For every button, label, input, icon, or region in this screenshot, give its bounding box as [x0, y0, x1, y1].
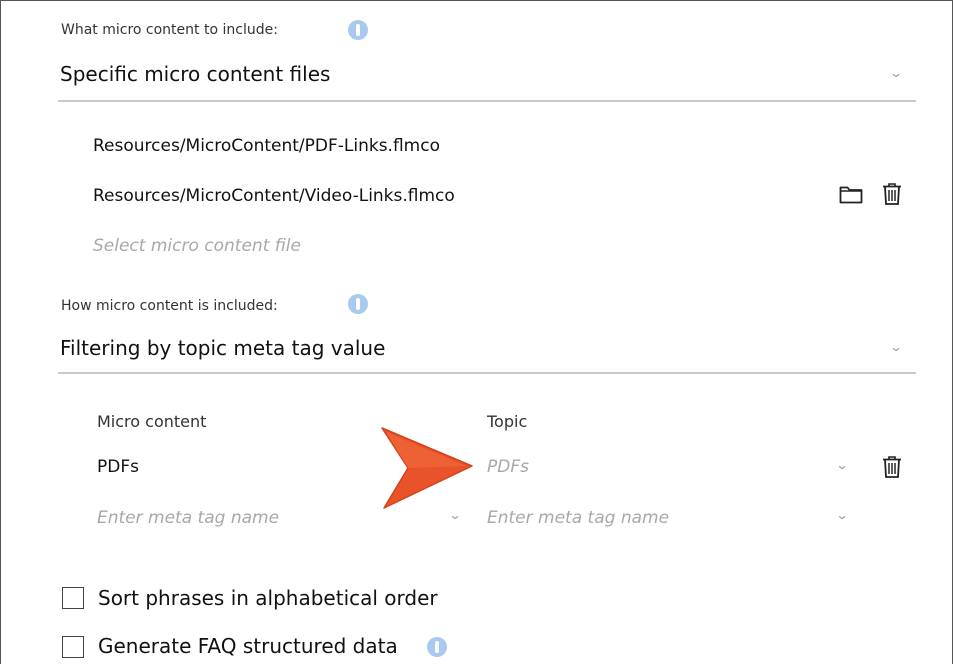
info-icon[interactable] — [427, 637, 447, 657]
chevron-down-icon: ⌄ — [889, 340, 903, 354]
folder-icon[interactable] — [839, 184, 863, 204]
info-icon[interactable] — [348, 20, 368, 40]
trash-icon[interactable] — [881, 182, 903, 206]
how-dropdown[interactable]: Filtering by topic meta tag value ⌄ — [58, 330, 916, 374]
include-dropdown-value: Specific micro content files — [60, 62, 331, 86]
sort-phrases-checkbox[interactable] — [62, 587, 84, 609]
micro-file-item[interactable]: Resources/MicroContent/Video-Links.flmco — [93, 186, 455, 206]
new-topic-meta-tag-input[interactable]: Enter meta tag name ⌄ — [487, 503, 857, 537]
sort-phrases-label[interactable]: Sort phrases in alphabetical order — [98, 586, 438, 610]
callout-arrow-icon — [378, 424, 474, 510]
new-micro-meta-tag-placeholder: Enter meta tag name — [97, 508, 280, 528]
col-header-micro-content: Micro content — [97, 412, 207, 431]
select-file-input[interactable]: Select micro content file — [93, 236, 301, 256]
info-icon[interactable] — [348, 294, 368, 314]
how-label: How micro content is included: — [61, 298, 278, 314]
generate-faq-checkbox[interactable] — [62, 636, 84, 658]
dropdown-underline — [58, 372, 916, 374]
generate-faq-label[interactable]: Generate FAQ structured data — [98, 634, 398, 658]
chevron-down-icon: ⌄ — [889, 66, 903, 80]
chevron-down-icon: ⌄ — [835, 508, 849, 522]
how-dropdown-value: Filtering by topic meta tag value — [60, 336, 386, 360]
new-topic-meta-tag-placeholder: Enter meta tag name — [487, 508, 670, 528]
include-label: What micro content to include: — [61, 22, 278, 38]
micro-content-value[interactable]: PDFs — [97, 457, 139, 477]
topic-dropdown[interactable]: PDFs ⌄ — [487, 452, 857, 486]
micro-file-item[interactable]: Resources/MicroContent/PDF-Links.flmco — [93, 136, 440, 156]
col-header-topic: Topic — [487, 412, 528, 431]
chevron-down-icon: ⌄ — [835, 458, 849, 472]
topic-dropdown-value: PDFs — [487, 457, 529, 477]
chevron-down-icon: ⌄ — [448, 508, 462, 522]
trash-icon[interactable] — [881, 455, 903, 479]
include-dropdown[interactable]: Specific micro content files ⌄ — [58, 56, 916, 102]
dropdown-underline — [58, 100, 916, 102]
